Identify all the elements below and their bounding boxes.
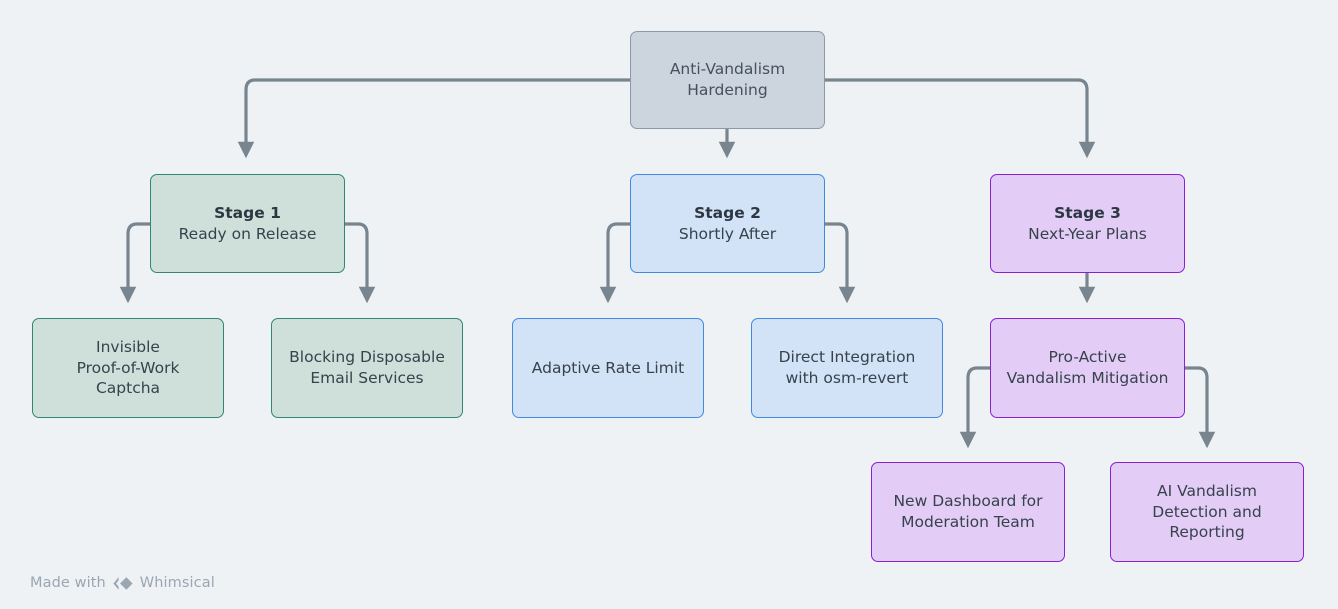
node-s1c1-line2: Proof-of-Work <box>76 358 180 377</box>
node-stage1-title: Stage 1 <box>214 203 281 222</box>
node-s3g1-line2: Moderation Team <box>901 513 1035 531</box>
node-pro-active-vandalism-mitigation[interactable]: Pro-Active Vandalism Mitigation <box>990 318 1185 418</box>
node-stage-2[interactable]: Stage 2 Shortly After <box>630 174 825 273</box>
node-stage3-subtitle: Next-Year Plans <box>1028 224 1147 243</box>
node-stage2-subtitle: Shortly After <box>678 224 777 243</box>
node-adaptive-rate-limit[interactable]: Adaptive Rate Limit <box>512 318 704 418</box>
node-s2c2-line1: Direct Integration <box>778 348 916 367</box>
edge-stage1-to-child2 <box>343 222 376 304</box>
node-blocking-disposable-email-services[interactable]: Blocking Disposable Email Services <box>271 318 463 418</box>
node-stage-1[interactable]: Stage 1 Ready on Release <box>150 174 345 273</box>
watermark-prefix: Made with <box>30 575 106 591</box>
node-s1c2-line1: Blocking Disposable <box>289 348 445 367</box>
watermark-brand: Whimsical <box>139 575 215 591</box>
node-root-line2: Hardening <box>687 81 768 99</box>
node-stage3-title: Stage 3 <box>1054 203 1121 222</box>
node-ai-vandalism-detection-reporting[interactable]: AI Vandalism Detection and Reporting <box>1110 462 1304 562</box>
edge-child1-to-grandchild1 <box>959 366 992 449</box>
node-s3c1-line1: Pro-Active <box>1048 348 1127 367</box>
whimsical-diamond-logo <box>112 576 134 591</box>
node-stage2-title: Stage 2 <box>694 203 761 222</box>
node-s2c2-line2: with osm-revert <box>785 369 909 387</box>
edge-stage1-to-child1 <box>119 222 152 304</box>
node-s3c1-line2: Vandalism Mitigation <box>1006 369 1169 387</box>
node-stage-3[interactable]: Stage 3 Next-Year Plans <box>990 174 1185 273</box>
node-anti-vandalism-hardening[interactable]: Anti-Vandalism Hardening <box>630 31 825 129</box>
edge-stage2-to-child2 <box>823 222 856 304</box>
edge-stage2-to-child1 <box>599 222 632 304</box>
node-s3g2-line2: Detection and <box>1152 502 1262 521</box>
edge-child1-to-grandchild2 <box>1183 366 1216 449</box>
node-s1c1-line1: Invisible <box>96 337 160 356</box>
node-s1c1-line3: Captcha <box>95 379 161 398</box>
node-root-line1: Anti-Vandalism <box>669 60 786 79</box>
edge-root-to-stage1 <box>237 78 632 159</box>
diagram-canvas: Anti-Vandalism Hardening Stage 1 Ready o… <box>0 0 1338 609</box>
node-s2c1-line1: Adaptive Rate Limit <box>531 358 685 377</box>
node-stage1-subtitle: Ready on Release <box>178 224 317 243</box>
node-s1c2-line2: Email Services <box>310 369 424 387</box>
node-direct-integration-osm-revert[interactable]: Direct Integration with osm-revert <box>751 318 943 418</box>
node-s3g2-line3: Reporting <box>1169 523 1245 542</box>
node-s3g1-line1: New Dashboard for <box>893 492 1043 511</box>
node-invisible-proof-of-work-captcha[interactable]: Invisible Proof-of-Work Captcha <box>32 318 224 418</box>
node-new-dashboard-moderation-team[interactable]: New Dashboard for Moderation Team <box>871 462 1065 562</box>
edge-root-to-stage3 <box>823 78 1096 159</box>
node-s3g2-line1: AI Vandalism <box>1157 481 1257 500</box>
whimsical-watermark[interactable]: Made with Whimsical <box>30 575 215 591</box>
